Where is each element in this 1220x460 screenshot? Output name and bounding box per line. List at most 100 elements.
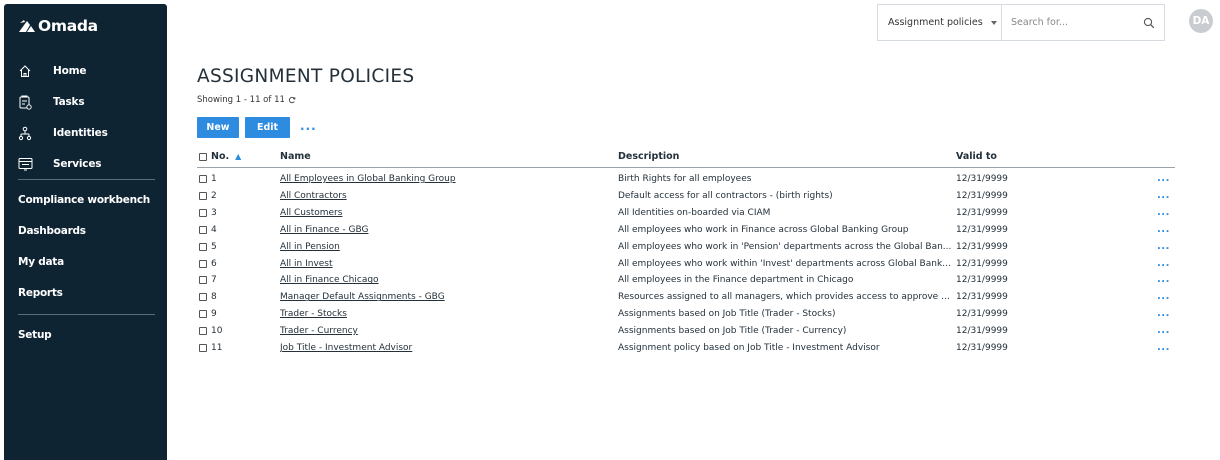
table-row[interactable]: 1 All Employees in Global Banking Group Bi… — [197, 173, 1175, 189]
policy-description: All employees who work in 'Pension' depa… — [618, 241, 952, 252]
policy-valid-to: 12/31/9999 — [956, 258, 1008, 269]
sidebar-item-services[interactable]: Services — [18, 154, 102, 174]
sidebar-item-tasks[interactable]: Tasks — [18, 92, 85, 112]
select-all-checkbox[interactable] — [199, 152, 207, 161]
row-checkbox[interactable] — [199, 344, 207, 352]
search-scope-dropdown[interactable]: Assignment policies — [878, 5, 1002, 40]
policy-name-link[interactable]: All in Invest — [280, 259, 600, 269]
row-checkbox[interactable] — [199, 191, 207, 200]
policy-valid-to: 12/31/9999 — [956, 190, 1008, 201]
column-valid-to[interactable]: Valid to — [956, 151, 997, 162]
row-more-button[interactable]: ... — [1157, 224, 1175, 235]
policy-name-link[interactable]: All Contractors — [280, 191, 600, 201]
table-row[interactable]: 11 Job Title - Investment Advisor Assignme… — [197, 342, 1175, 358]
row-more-button[interactable]: ... — [1157, 190, 1175, 201]
sidebar-item-setup[interactable]: Setup — [18, 329, 52, 341]
row-checkbox[interactable] — [199, 293, 207, 302]
page-title: ASSIGNMENT POLICIES — [197, 66, 415, 87]
column-name[interactable]: Name — [280, 151, 311, 162]
search-button[interactable] — [1134, 5, 1164, 40]
sidebar-item-compliance-workbench[interactable]: Compliance workbench — [18, 194, 150, 206]
row-select: 1 — [199, 174, 259, 184]
sidebar-item-identities[interactable]: Identities — [18, 123, 108, 143]
policy-name-link[interactable]: All in Finance - GBG — [280, 225, 600, 235]
policy-name-link[interactable]: All in Pension — [280, 242, 600, 252]
sidebar-item-dashboards[interactable]: Dashboards — [18, 225, 86, 237]
row-select: 2 — [199, 191, 259, 201]
policy-name-link[interactable]: Job Title - Investment Advisor — [280, 343, 600, 353]
row-number: 5 — [211, 241, 217, 252]
sidebar-item-my-data[interactable]: My data — [18, 256, 64, 268]
policy-name-link[interactable]: All in Finance Chicago — [280, 275, 600, 285]
more-actions-button[interactable]: ... — [300, 119, 317, 133]
sidebar-item-label: Home — [53, 65, 87, 77]
row-more-button[interactable]: ... — [1157, 342, 1175, 353]
table-row[interactable]: 7 All in Finance Chicago All employees in … — [197, 274, 1175, 290]
sidebar-item-reports[interactable]: Reports — [18, 287, 63, 299]
column-description[interactable]: Description — [618, 151, 679, 162]
row-checkbox[interactable] — [199, 310, 207, 319]
policy-valid-to: 12/31/9999 — [956, 309, 1008, 320]
row-checkbox[interactable] — [199, 276, 207, 285]
table-row[interactable]: 8 Manager Default Assignments - GBG Resour… — [197, 291, 1175, 307]
edit-button[interactable]: Edit — [245, 117, 290, 138]
row-select: 9 — [199, 309, 259, 319]
row-number: 2 — [211, 190, 217, 201]
sidebar-item-home[interactable]: Home — [18, 61, 86, 81]
row-more-button[interactable]: ... — [1157, 258, 1175, 269]
search-scope-label: Assignment policies — [888, 17, 983, 28]
row-select: 11 — [199, 343, 259, 353]
table-row[interactable]: 3 All Customers All Identities on-boarded … — [197, 207, 1175, 223]
row-select: 10 — [199, 326, 259, 336]
policy-name-link[interactable]: Trader - Currency — [280, 326, 600, 336]
row-more-button[interactable]: ... — [1157, 207, 1175, 218]
row-more-button[interactable]: ... — [1157, 274, 1175, 285]
table-header: No. ▲ Name Description Valid to — [197, 148, 1175, 168]
omada-logo[interactable]: Omada — [18, 17, 98, 35]
table-row[interactable]: 6 All in Invest All employees who work wit… — [197, 258, 1175, 274]
policy-valid-to: 12/31/9999 — [956, 292, 1008, 303]
row-checkbox[interactable] — [199, 175, 207, 183]
new-button[interactable]: New — [197, 117, 239, 138]
table-row[interactable]: 4 All in Finance - GBG All employees who w… — [197, 224, 1175, 240]
global-search: Assignment policies — [877, 4, 1165, 41]
row-more-button[interactable]: ... — [1157, 325, 1175, 336]
policy-valid-to: 12/31/9999 — [956, 224, 1008, 235]
column-no-label: No. — [211, 151, 230, 162]
sidebar-item-label: Tasks — [53, 96, 85, 108]
row-more-button[interactable]: ... — [1157, 173, 1175, 184]
row-checkbox[interactable] — [199, 327, 207, 336]
table-row[interactable]: 5 All in Pension All employees who work in… — [197, 241, 1175, 257]
table-row[interactable]: 2 All Contractors Default access for all c… — [197, 190, 1175, 206]
table-row[interactable]: 10 Trader - Currency Assignments based on … — [197, 325, 1175, 341]
policy-description: All employees who work within 'Invest' d… — [618, 258, 952, 269]
sidebar-item-label: Services — [53, 158, 102, 170]
policy-name-link[interactable]: Manager Default Assignments - GBG — [280, 292, 600, 302]
policy-description: Assignments based on Job Title (Trader -… — [618, 309, 836, 320]
column-no[interactable]: No. ▲ — [199, 151, 241, 162]
row-checkbox[interactable] — [199, 208, 207, 217]
sidebar-divider — [18, 314, 155, 315]
row-checkbox[interactable] — [199, 225, 207, 234]
row-checkbox[interactable] — [199, 242, 207, 251]
table-row[interactable]: 9 Trader - Stocks Assignments based on Job… — [197, 308, 1175, 324]
row-more-button[interactable]: ... — [1157, 291, 1175, 302]
search-input[interactable] — [1002, 5, 1134, 40]
row-checkbox[interactable] — [199, 259, 207, 268]
row-number: 10 — [211, 326, 223, 337]
policy-valid-to: 12/31/9999 — [956, 241, 1008, 252]
row-number: 11 — [211, 343, 223, 353]
avatar[interactable]: DA — [1189, 9, 1213, 33]
row-number: 1 — [211, 174, 217, 184]
policy-description: All employees who work in Finance across… — [618, 224, 909, 235]
policy-name-link[interactable]: Trader - Stocks — [280, 309, 600, 319]
policy-name-link[interactable]: All Customers — [280, 208, 600, 218]
row-more-button[interactable]: ... — [1157, 241, 1175, 252]
policy-valid-to: 12/31/9999 — [956, 326, 1008, 337]
row-select: 6 — [199, 259, 259, 269]
refresh-icon[interactable] — [288, 96, 296, 104]
policy-name-link[interactable]: All Employees in Global Banking Group — [280, 174, 600, 184]
policy-valid-to: 12/31/9999 — [956, 207, 1008, 218]
sidebar-item-label: Identities — [53, 127, 108, 139]
row-more-button[interactable]: ... — [1157, 308, 1175, 319]
